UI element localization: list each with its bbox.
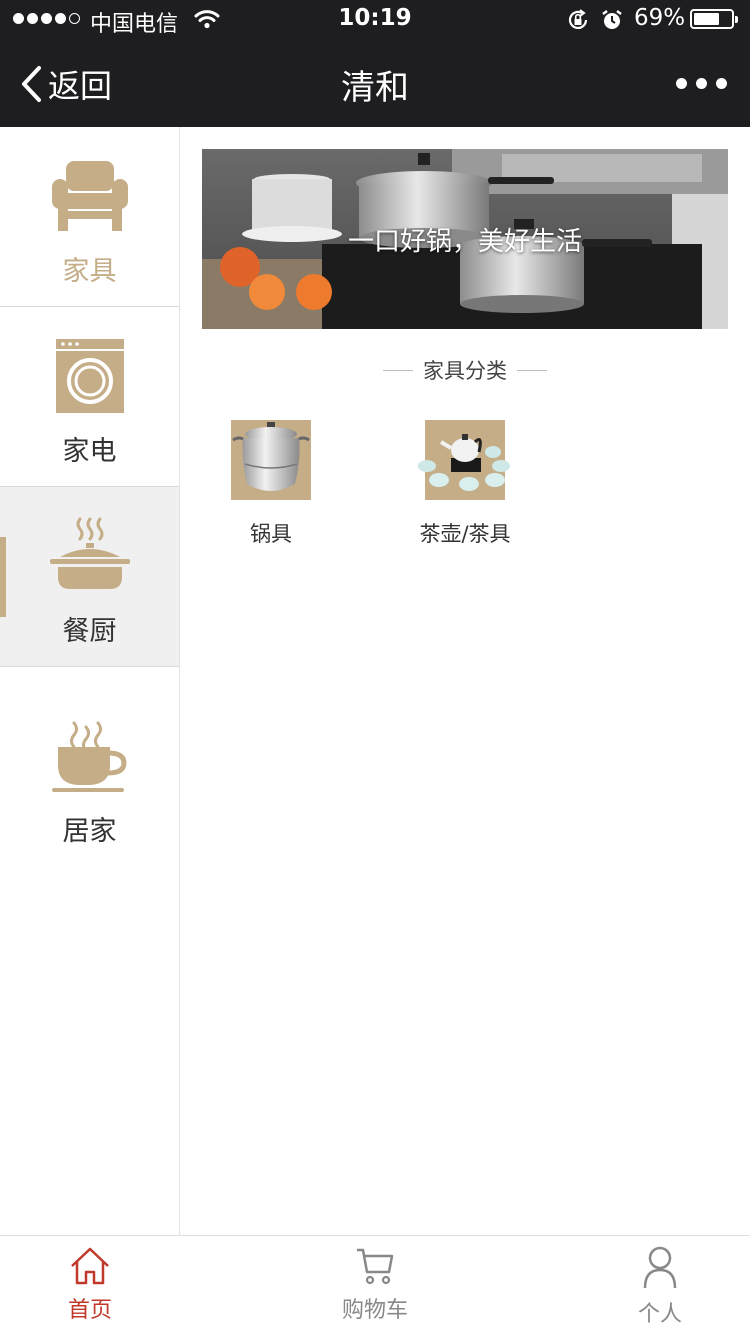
divider: [383, 369, 413, 371]
tab-home[interactable]: 首页: [0, 1246, 190, 1324]
more-dot-icon: [696, 78, 707, 89]
battery-icon: [690, 9, 738, 29]
sidebar-item-label: 居家: [62, 816, 117, 847]
category-cookware[interactable]: 锅具: [196, 420, 346, 548]
sidebar-item-label: 餐厨: [62, 616, 117, 647]
tab-cart[interactable]: 购物车: [275, 1246, 475, 1324]
washing-machine-icon: [50, 335, 130, 415]
promo-banner[interactable]: 一口好锅，美好生活: [202, 149, 728, 329]
sidebar-item-home-living[interactable]: 居家: [0, 667, 179, 847]
more-dot-icon: [716, 78, 727, 89]
person-icon: [643, 1246, 677, 1289]
section-title: 家具分类: [202, 355, 728, 385]
alarm-clock-icon: [602, 10, 622, 29]
banner-caption: 一口好锅，美好生活: [347, 227, 582, 257]
more-dot-icon: [676, 78, 687, 89]
sidebar-item-appliances[interactable]: 家电: [0, 307, 179, 487]
status-bar: 中国电信 10:19 69%: [0, 0, 750, 40]
sidebar-item-kitchen[interactable]: 餐厨: [0, 487, 179, 667]
battery-percentage: 69%: [634, 5, 686, 31]
cart-icon: [357, 1248, 394, 1285]
battery-level-fill: [694, 13, 719, 25]
status-icons: [566, 8, 624, 32]
category-tea-set[interactable]: 茶壶/茶具: [390, 420, 540, 548]
sidebar-item-label: 家具: [62, 256, 117, 287]
coffee-cup-icon: [50, 715, 130, 795]
divider: [517, 369, 547, 371]
rotation-lock-icon: [568, 9, 588, 29]
page-title: 清和: [341, 68, 409, 108]
pot-icon: [49, 515, 130, 595]
sidebar-item-furniture[interactable]: 家具: [0, 127, 179, 307]
category-label: 茶壶/茶具: [419, 522, 511, 546]
section-title-text: 家具分类: [423, 359, 507, 383]
tab-label: 个人: [637, 1302, 682, 1327]
tab-profile[interactable]: 个人: [560, 1246, 750, 1328]
tab-label: 购物车: [341, 1298, 408, 1323]
sidebar-item-label: 家电: [62, 436, 117, 467]
stock-pot-image: [231, 420, 311, 500]
selected-indicator: [0, 537, 6, 617]
more-options-button[interactable]: [676, 78, 727, 89]
tea-set-image: [418, 420, 510, 500]
sofa-icon: [50, 155, 130, 235]
category-sidebar: 家具 家电 餐厨 居家: [0, 127, 180, 1235]
tab-label: 首页: [67, 1298, 112, 1323]
home-icon: [71, 1247, 109, 1285]
bottom-tab-bar: 首页 购物车 个人: [0, 1235, 750, 1335]
category-label: 锅具: [250, 522, 292, 546]
navigation-bar: 返回 清和: [0, 40, 750, 127]
